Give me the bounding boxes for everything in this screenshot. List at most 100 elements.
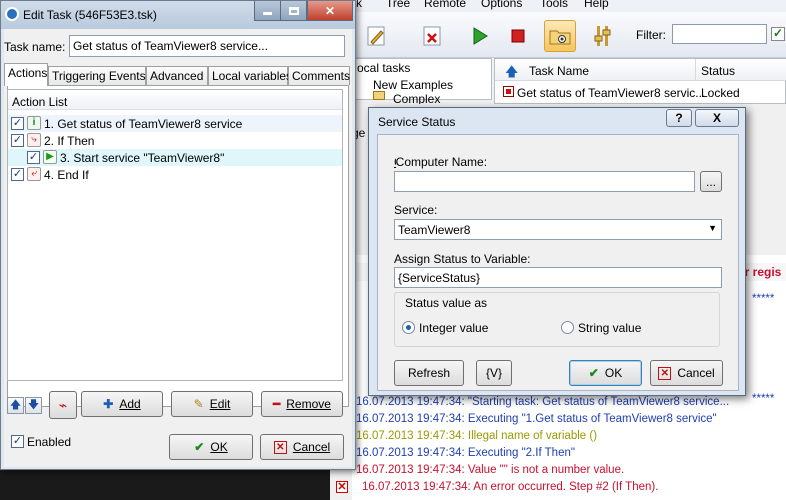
tree-item-new-examples[interactable]: New Examples (373, 78, 453, 92)
tab-actions[interactable]: Actions (4, 63, 48, 86)
action-checkbox[interactable]: ✓ (11, 117, 24, 130)
cancel-label: Cancel (292, 440, 331, 454)
end-branch-icon: ⤶ (27, 167, 41, 181)
action-checkbox[interactable]: ✓ (27, 151, 40, 164)
menu-tools[interactable]: Tools (540, 0, 568, 10)
column-task-name[interactable]: Task Name (529, 64, 589, 78)
action-row[interactable]: ✓ ▶ 3. Start service "TeamViewer8" (8, 149, 342, 166)
sort-up-icon[interactable]: 🡅 (505, 63, 518, 85)
close-icon: X (712, 111, 721, 125)
action-checkbox[interactable]: ✓ (11, 134, 24, 147)
remove-button[interactable]: ━ Remove (261, 391, 343, 417)
action-row[interactable]: ✓ ⤷ 2. If Then (8, 132, 342, 149)
stop-task-button[interactable] (502, 20, 534, 52)
sliders-icon (594, 26, 611, 46)
checkmark-icon: ✔ (588, 366, 599, 380)
task-name-label: Task name: (4, 40, 66, 54)
action-row[interactable]: ✓ i 1. Get status of TeamViewer8 service (8, 115, 342, 132)
branch-icon: ⤷ (27, 133, 41, 147)
computer-name-input[interactable] (394, 171, 695, 192)
filter-checkbox[interactable]: ✓ (771, 26, 785, 41)
folder-icon (373, 91, 385, 100)
app-icon (5, 7, 19, 21)
filter-input[interactable] (672, 24, 767, 44)
computer-name-label: CComputer Name: (394, 155, 488, 169)
dialog-cancel-label: Cancel (677, 366, 715, 380)
delete-icon (423, 26, 441, 46)
action-list[interactable]: Action List ✓ i 1. Get status of TeamVie… (7, 89, 343, 381)
radio-integer[interactable] (402, 321, 415, 334)
checkmark-icon: ✔ (194, 440, 205, 454)
tab-local-variables[interactable]: Local variables (208, 66, 292, 85)
arrow-down-icon: 🡇 (27, 399, 40, 411)
dialog-ok-button[interactable]: ✔ OK (569, 360, 642, 386)
log-line: 16.07.2013 19:47:34: Value "" is not a n… (356, 464, 625, 476)
action-checkbox[interactable]: ✓ (11, 168, 24, 181)
service-status-dialog: Service Status ? X CComputer Name: ... S… (368, 107, 746, 396)
browse-button[interactable]: ... (700, 171, 722, 192)
close-icon: ✕ (324, 3, 336, 18)
variable-button[interactable]: {V} (476, 360, 512, 386)
menu-remote[interactable]: Remote (424, 0, 466, 10)
service-status-body: CComputer Name: ... Service: TeamViewer8… (377, 134, 739, 391)
menu-help[interactable]: Help (584, 0, 609, 10)
refresh-button[interactable]: Refresh (394, 360, 464, 386)
tab-advanced[interactable]: Advanced (146, 66, 208, 85)
tab-triggering-events[interactable]: Triggering Events (48, 66, 146, 85)
edit-label: Edit (209, 397, 231, 411)
close-button[interactable]: ✕ (307, 1, 353, 21)
action-wizard-button[interactable]: ⌁ (49, 391, 77, 419)
service-status-title: Service Status (378, 115, 456, 129)
column-divider (695, 59, 696, 81)
column-status[interactable]: Status (701, 64, 735, 78)
dialog-ok-label: OK (604, 366, 623, 380)
run-task-button[interactable] (463, 20, 495, 52)
radio-string[interactable] (561, 321, 574, 334)
view-toggle-button[interactable] (544, 20, 576, 52)
action-list-label: Action List (12, 95, 68, 109)
menu-options[interactable]: Options (481, 0, 522, 10)
enabled-checkbox[interactable]: ✓ (11, 435, 24, 448)
tree-item-local-tasks[interactable]: ocal tasks (357, 61, 410, 75)
minus-icon: ━ (273, 397, 281, 411)
filter-label: Filter: (636, 28, 666, 42)
action-row[interactable]: ✓ ⤶ 4. End If (8, 166, 342, 183)
edit-task-title: Edit Task (546F53E3.tsk) (23, 8, 157, 22)
maximize-button[interactable] (280, 1, 307, 21)
menu-tree[interactable]: Tree (386, 0, 410, 10)
stop-icon (511, 29, 525, 43)
service-select[interactable]: TeamViewer8 ▼ (394, 219, 722, 240)
edit-task-window: Edit Task (546F53E3.tsk) ✕ Task name: Ge… (0, 0, 356, 470)
status-value-group: Status value as Integer value String val… (394, 292, 720, 347)
dialog-close-button[interactable]: X (695, 109, 739, 127)
settings-button[interactable] (586, 20, 618, 52)
edit-task-button[interactable] (360, 20, 392, 52)
ok-button[interactable]: ✔ OK (169, 434, 253, 460)
move-up-button[interactable]: 🡅 (7, 397, 24, 414)
log-line: ***** (752, 393, 775, 405)
task-list[interactable]: 🡅 Task Name Status Get status of TeamVie… (494, 58, 786, 104)
task-tree[interactable]: ocal tasks New Examples Complex (352, 58, 492, 106)
table-row[interactable]: Get status of TeamViewer8 servic... Lock… (495, 83, 785, 101)
minimize-button[interactable] (254, 1, 281, 21)
task-name-input[interactable]: Get status of TeamViewer8 service... (69, 35, 345, 57)
task-name-cell: Get status of TeamViewer8 servic... (517, 86, 706, 100)
help-button[interactable]: ? (666, 109, 692, 127)
add-button[interactable]: ✚ Add (81, 391, 163, 417)
menu-bar: sk Tree Remote Options Tools Help (330, 0, 786, 12)
add-label: Add (119, 397, 141, 411)
log-line: ✕ 16.07.2013 19:47:34: An error occurred.… (336, 481, 659, 493)
assign-variable-label: Assign Status to Variable: (394, 252, 531, 266)
edit-button[interactable]: ✎ Edit (171, 391, 253, 417)
move-down-button[interactable]: 🡇 (25, 397, 42, 414)
edit-task-titlebar: Edit Task (546F53E3.tsk) ✕ (1, 1, 355, 29)
cancel-button[interactable]: ✕ Cancel (260, 434, 344, 460)
tab-comments[interactable]: Comments (288, 66, 350, 85)
dialog-cancel-button[interactable]: ✕ Cancel (650, 360, 723, 386)
assign-variable-input[interactable]: {ServiceStatus} (394, 267, 722, 288)
action-text: 3. Start service "TeamViewer8" (60, 151, 225, 165)
service-label: Service: (394, 203, 438, 217)
delete-task-button[interactable] (416, 20, 448, 52)
remove-label: Remove (286, 397, 331, 411)
arrow-up-icon: 🡅 (9, 399, 22, 411)
